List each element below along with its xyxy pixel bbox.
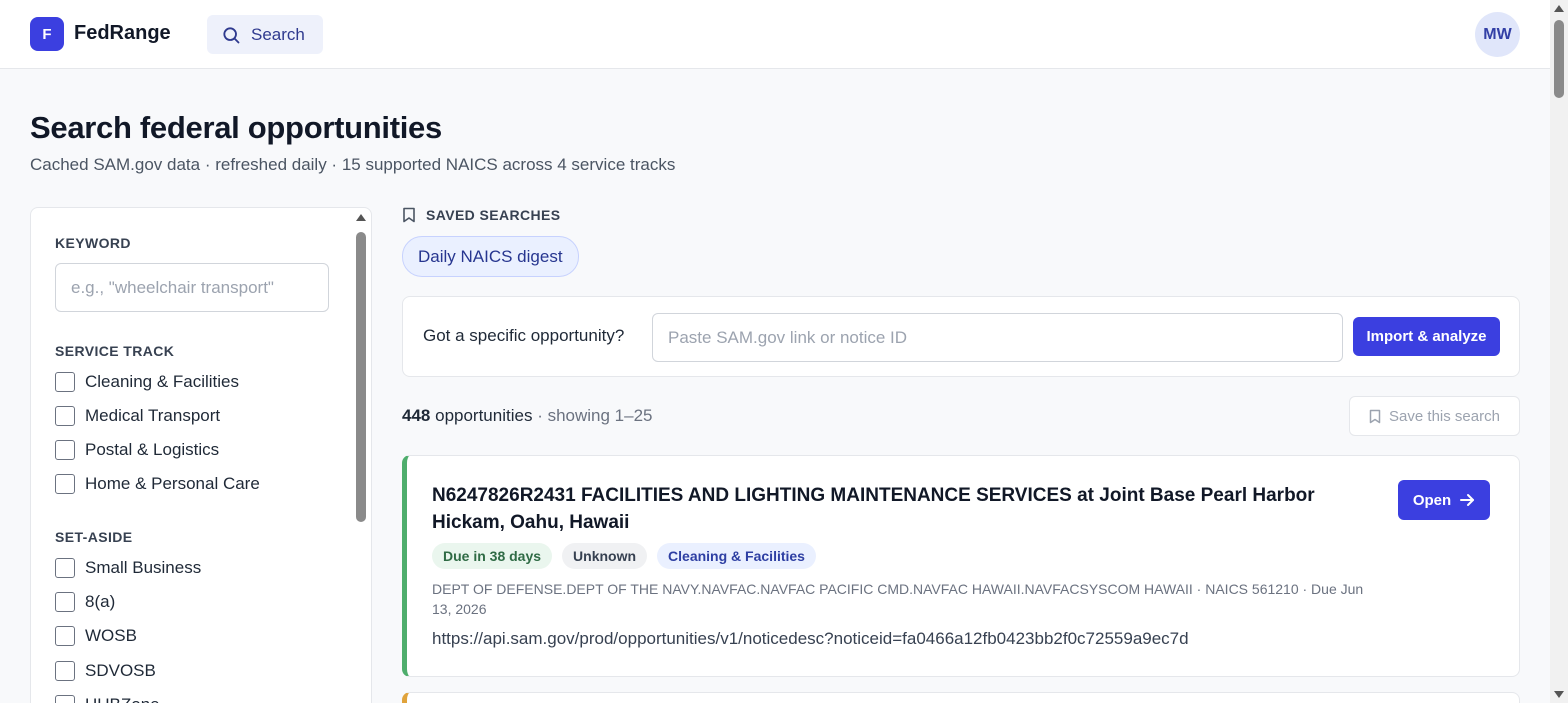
- opportunity-card[interactable]: [402, 692, 1520, 703]
- set-aside-option[interactable]: WOSB: [55, 626, 137, 646]
- set-aside-badge: Unknown: [562, 543, 648, 569]
- scroll-up-arrow-icon[interactable]: [356, 214, 366, 221]
- results-count: 448 opportunities · showing 1–25: [402, 406, 653, 426]
- sidebar-scrollbar[interactable]: [355, 212, 367, 703]
- save-search-label: Save this search: [1389, 407, 1500, 425]
- service-track-option[interactable]: Home & Personal Care: [55, 474, 260, 494]
- results-showing: · showing 1–25: [537, 406, 653, 425]
- keyword-input[interactable]: [55, 263, 329, 312]
- import-analyze-button[interactable]: Import & analyze: [1353, 317, 1500, 356]
- set-aside-option[interactable]: 8(a): [55, 592, 115, 612]
- keyword-label: KEYWORD: [55, 235, 131, 251]
- page-title: Search federal opportunities: [30, 110, 442, 145]
- page-scrollbar[interactable]: [1550, 0, 1568, 703]
- service-track-label: SERVICE TRACK: [55, 343, 175, 359]
- app-name[interactable]: FedRange: [74, 22, 171, 45]
- arrow-right-icon: [1460, 494, 1475, 506]
- option-label: Medical Transport: [85, 406, 221, 425]
- app-logo[interactable]: F: [30, 17, 64, 51]
- option-label: 8(a): [85, 592, 116, 611]
- scrollbar-thumb[interactable]: [1554, 20, 1564, 98]
- service-track-option[interactable]: Medical Transport: [55, 406, 220, 426]
- checkbox[interactable]: [55, 440, 75, 460]
- bookmark-icon: [1369, 409, 1381, 423]
- saved-search-chip[interactable]: Daily NAICS digest: [402, 236, 579, 277]
- notice-id-input[interactable]: [652, 313, 1343, 362]
- save-search-button[interactable]: Save this search: [1349, 396, 1520, 436]
- option-label: Small Business: [85, 558, 202, 577]
- user-avatar[interactable]: MW: [1475, 12, 1520, 57]
- checkbox[interactable]: [55, 406, 75, 426]
- opportunity-link[interactable]: https://api.sam.gov/prod/opportunities/v…: [432, 629, 1189, 649]
- set-aside-label: SET-ASIDE: [55, 529, 133, 545]
- checkbox[interactable]: [55, 661, 75, 681]
- opportunity-badges: Due in 38 days Unknown Cleaning & Facili…: [432, 543, 816, 569]
- nav-search-button[interactable]: Search: [207, 15, 323, 54]
- service-track-option[interactable]: Cleaning & Facilities: [55, 372, 239, 392]
- scroll-down-arrow-icon[interactable]: [1554, 691, 1564, 698]
- checkbox[interactable]: [55, 626, 75, 646]
- opportunity-meta: DEPT OF DEFENSE.DEPT OF THE NAVY.NAVFAC.…: [432, 581, 1364, 617]
- saved-searches-header: SAVED SEARCHES: [402, 207, 560, 223]
- open-label: Open: [1412, 491, 1452, 509]
- results-total: 448: [402, 406, 431, 425]
- option-label: Home & Personal Care: [85, 474, 260, 493]
- opportunity-card[interactable]: N6247826R2431 FACILITIES AND LIGHTING MA…: [402, 455, 1520, 677]
- checkbox[interactable]: [55, 474, 75, 494]
- checkbox[interactable]: [55, 592, 75, 612]
- option-label: Postal & Logistics: [85, 440, 220, 459]
- option-label: HUBZone: [85, 695, 160, 703]
- import-opportunity-card: Got a specific opportunity? Import & ana…: [402, 296, 1520, 377]
- service-track-option[interactable]: Postal & Logistics: [55, 440, 219, 460]
- checkbox[interactable]: [55, 695, 75, 703]
- search-icon: [223, 26, 240, 43]
- import-label: Got a specific opportunity?: [423, 326, 625, 345]
- option-label: WOSB: [85, 626, 137, 645]
- open-button[interactable]: Open: [1398, 480, 1490, 520]
- bookmark-icon: [403, 207, 415, 223]
- saved-searches-label: SAVED SEARCHES: [426, 207, 561, 223]
- set-aside-option[interactable]: HUBZone: [55, 695, 160, 703]
- top-bar: F FedRange Search MW: [0, 0, 1550, 69]
- nav-search-label: Search: [251, 24, 305, 44]
- due-badge: Due in 38 days: [432, 543, 553, 569]
- option-label: SDVOSB: [85, 661, 156, 680]
- results-suffix: opportunities: [435, 406, 533, 425]
- sidebar-scrollbar-thumb[interactable]: [356, 232, 366, 522]
- checkbox[interactable]: [55, 372, 75, 392]
- option-label: Cleaning & Facilities: [85, 372, 240, 391]
- filter-sidebar: KEYWORD SERVICE TRACK Cleaning & Facilit…: [30, 207, 372, 703]
- set-aside-option[interactable]: SDVOSB: [55, 661, 156, 681]
- scroll-up-arrow-icon[interactable]: [1554, 5, 1564, 12]
- set-aside-option[interactable]: Small Business: [55, 558, 201, 578]
- service-track-badge: Cleaning & Facilities: [657, 543, 816, 569]
- opportunity-title[interactable]: N6247826R2431 FACILITIES AND LIGHTING MA…: [432, 482, 1372, 536]
- checkbox[interactable]: [55, 558, 75, 578]
- page-subtitle: Cached SAM.gov data · refreshed daily · …: [30, 155, 676, 174]
